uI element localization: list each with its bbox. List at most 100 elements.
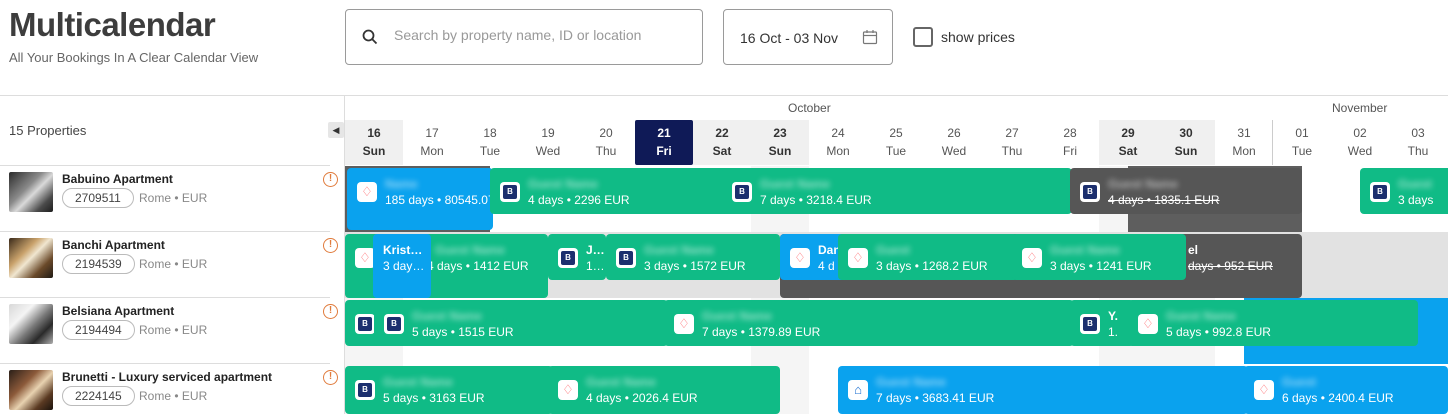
booking-block[interactable]: Guest Name 4 days • 2296 EUR	[490, 168, 730, 214]
day-header[interactable]: 26 Wed	[925, 120, 983, 165]
show-prices-checkbox[interactable]	[913, 27, 933, 47]
day-header[interactable]: 01 Tue	[1273, 120, 1331, 165]
search-box[interactable]	[345, 9, 703, 65]
property-location: Rome • EUR	[139, 191, 208, 205]
booking-block[interactable]: ♢ Name 185 days • 80545.07 EUR	[347, 168, 493, 230]
header-divider	[0, 95, 1448, 96]
booking-info: 5 days • 3163 EUR	[383, 391, 485, 405]
booking-block[interactable]: Guest 3 days	[1360, 168, 1448, 214]
booking-block[interactable]: Guest Name 3 days • 1572 EUR	[606, 234, 780, 280]
day-header[interactable]: 27 Thu	[983, 120, 1041, 165]
day-header[interactable]: 25 Tue	[867, 120, 925, 165]
row-divider	[0, 165, 330, 166]
booking-com-icon	[616, 248, 636, 268]
property-name: Brunetti - Luxury serviced apartment	[62, 370, 273, 384]
chevron-left-icon[interactable]: ◀	[328, 122, 344, 138]
booking-block[interactable]: J… 1…	[548, 234, 606, 280]
booking-block[interactable]: Guest Name 4 days • 1835.1 EUR	[1070, 168, 1302, 214]
month-label-october: October	[788, 101, 831, 115]
calendar-icon	[862, 30, 878, 45]
booking-info: 6 days • 2400.4 EUR	[1282, 391, 1394, 405]
day-header[interactable]: 31 Mon	[1215, 120, 1273, 165]
property-thumbnail	[9, 238, 53, 278]
booking-block[interactable]: Y. 1.	[1070, 300, 1134, 346]
booking-info: 7 days • 1379.89 EUR	[702, 325, 821, 339]
property-id-badge: 2224145	[62, 386, 135, 406]
booking-info: 4 days • 1412 EUR	[427, 259, 529, 273]
airbnb-icon: ♢	[674, 314, 694, 334]
booking-com-icon	[732, 182, 752, 202]
show-prices-label: show prices	[941, 29, 1015, 45]
date-range-picker[interactable]: 16 Oct - 03 Nov	[723, 9, 893, 65]
booking-block[interactable]: Guest Name 5 days • 1515 EUR	[374, 300, 668, 346]
booking-block[interactable]: ♢ Guest 3 days • 1268.2 EUR	[838, 234, 1018, 280]
booking-info: 7 days • 3683.41 EUR	[876, 391, 995, 405]
property-row[interactable]: Babuino Apartment 2709511 Rome • EUR !	[0, 166, 344, 232]
property-thumbnail	[9, 370, 53, 410]
guest-name: Guest	[1398, 177, 1433, 191]
warning-icon[interactable]: !	[323, 238, 338, 253]
day-header[interactable]: 02 Wed	[1331, 120, 1389, 165]
booking-block[interactable]: Guest Name 5 days • 3163 EUR	[345, 366, 553, 414]
day-header[interactable]: 29 Sat	[1099, 120, 1157, 165]
property-location: Rome • EUR	[139, 323, 208, 337]
day-header[interactable]: 28 Fri	[1041, 120, 1099, 165]
airbnb-icon: ♢	[357, 182, 377, 202]
booking-block[interactable]: Guest Name 7 days • 3218.4 EUR	[722, 168, 1072, 214]
day-header[interactable]: 17 Mon	[403, 120, 461, 165]
page-title: Multicalendar	[9, 6, 216, 43]
airbnb-icon: ♢	[1022, 248, 1042, 268]
day-header[interactable]: 23 Sun	[751, 120, 809, 165]
booking-info: 7 days • 3218.4 EUR	[760, 193, 872, 207]
airbnb-icon: ♢	[790, 248, 810, 268]
page-subtitle: All Your Bookings In A Clear Calendar Vi…	[9, 50, 259, 65]
warning-icon[interactable]: !	[323, 304, 338, 319]
day-header[interactable]: 03 Thu	[1389, 120, 1447, 165]
guest-name: J…	[586, 243, 605, 257]
date-range-value: 16 Oct - 03 Nov	[740, 30, 839, 46]
booking-info: 4 days • 1835.1 EUR	[1108, 193, 1220, 207]
day-header[interactable]: 24 Mon	[809, 120, 867, 165]
day-header[interactable]: 20 Thu	[577, 120, 635, 165]
property-row[interactable]: Brunetti - Luxury serviced apartment 222…	[0, 364, 344, 414]
warning-icon[interactable]: !	[323, 370, 338, 385]
day-header-today[interactable]: 21 Fri	[635, 120, 693, 165]
booking-block[interactable]: ⌂ Guest Name 7 days • 3683.41 EUR	[838, 366, 1248, 414]
guest-name: Guest Name	[412, 309, 483, 323]
booking-info: 1…	[586, 259, 605, 273]
booking-block[interactable]: ♢ Guest Name 3 days • 1241 EUR	[1012, 234, 1186, 280]
airbnb-icon: ♢	[558, 380, 578, 400]
day-header[interactable]: 19 Wed	[519, 120, 577, 165]
row-divider	[0, 231, 330, 232]
booking-info: 3 days	[1398, 193, 1434, 207]
booking-block[interactable]: Krist… 3 day…	[373, 234, 431, 298]
booking-com-icon	[1080, 182, 1100, 202]
booking-com-icon	[1370, 182, 1390, 202]
booking-com-icon	[384, 314, 404, 334]
guest-name: Guest	[876, 243, 911, 257]
guest-name: el	[1188, 243, 1199, 257]
booking-block[interactable]: ♢ Guest 6 days • 2400.4 EUR	[1244, 366, 1448, 414]
property-row[interactable]: Belsiana Apartment 2194494 Rome • EUR !	[0, 298, 344, 364]
booking-block[interactable]: ♢ Guest Name 5 days • 992.8 EUR	[1128, 300, 1418, 346]
booking-info: days • 952 EUR	[1188, 259, 1273, 273]
guest-name: Krist…	[383, 243, 423, 257]
guest-name: Guest Name	[644, 243, 715, 257]
guest-name: Guest Name	[876, 375, 947, 389]
day-header[interactable]: 22 Sat	[693, 120, 751, 165]
booking-block[interactable]: ♢ Guest Name 7 days • 1379.89 EUR	[664, 300, 1074, 346]
booking-info: 3 days • 1241 EUR	[1050, 259, 1152, 273]
booking-com-icon	[355, 380, 375, 400]
property-row[interactable]: Banchi Apartment 2194539 Rome • EUR !	[0, 232, 344, 298]
booking-block[interactable]: ♢ Guest Name 4 days • 2026.4 EUR	[548, 366, 780, 414]
day-header[interactable]: 30 Sun	[1157, 120, 1215, 165]
day-header[interactable]: 16 Sun	[345, 120, 403, 165]
guest-name: Guest Name	[528, 177, 599, 191]
guest-name: Guest Name	[702, 309, 773, 323]
guest-name: Guest Name	[1166, 309, 1237, 323]
warning-icon[interactable]: !	[323, 172, 338, 187]
search-input[interactable]	[394, 27, 684, 43]
day-header[interactable]: 18 Tue	[461, 120, 519, 165]
guest-name: Guest Name	[760, 177, 831, 191]
guest-name: Guest	[1282, 375, 1317, 389]
